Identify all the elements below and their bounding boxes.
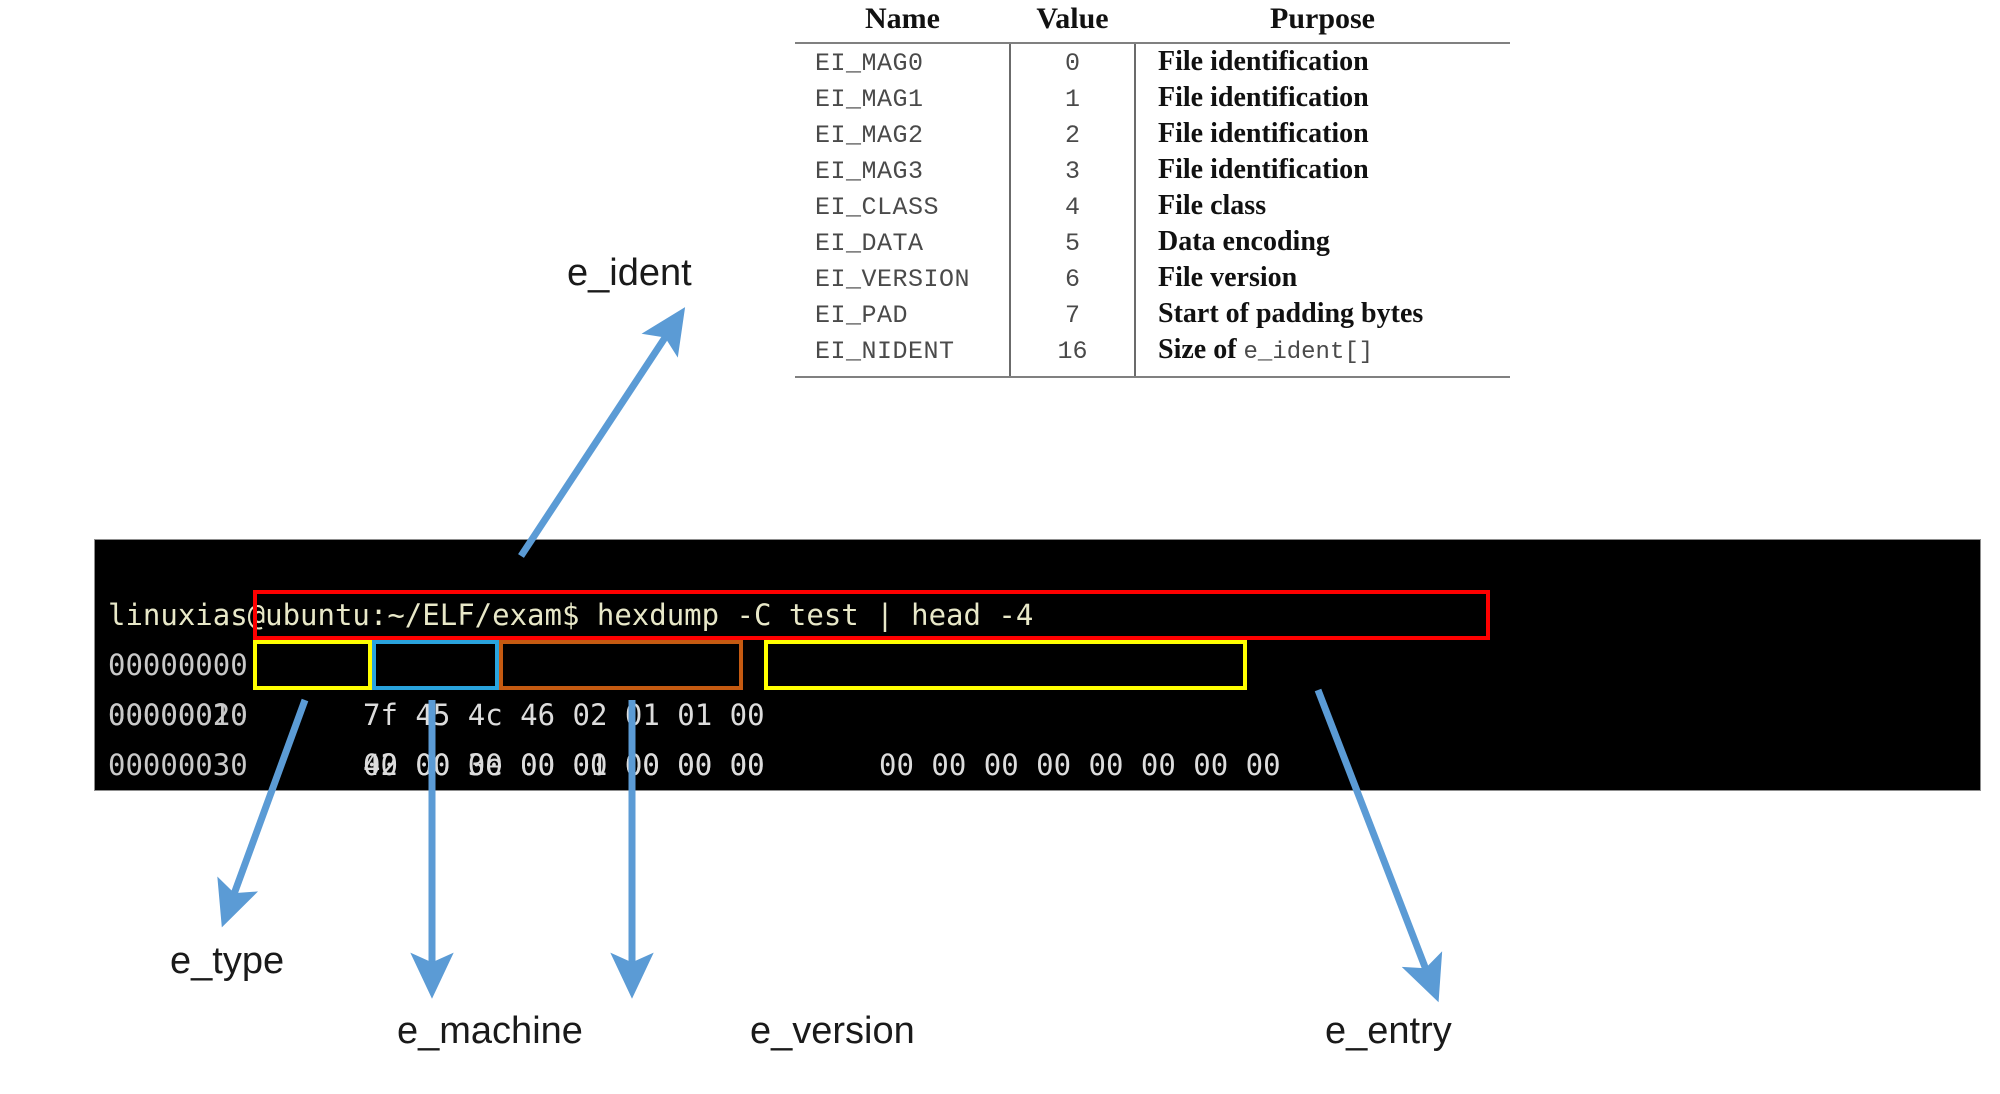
purpose-text: File class: [1158, 190, 1267, 221]
cell-value: 6: [1009, 260, 1136, 296]
purpose-text: File identification: [1158, 154, 1369, 185]
table-row: EI_MAG3 3 File identification: [795, 152, 1510, 188]
cell-value: 0: [1009, 43, 1136, 80]
label-e-version: e_version: [750, 1010, 915, 1052]
purpose-text: File identification: [1158, 46, 1369, 77]
column-header-value: Value: [1010, 0, 1135, 44]
label-e-machine: e_machine: [397, 1010, 583, 1052]
cell-name: EI_MAG2: [815, 121, 924, 150]
cell-purpose: Size of e_ident[]: [1135, 332, 1510, 376]
table-row: EI_MAG0 0 File identification: [795, 43, 1510, 80]
purpose-text: File version: [1158, 262, 1298, 293]
cell-value: 3: [1009, 152, 1136, 188]
cell-value: 4: [1009, 188, 1136, 224]
hexdump-row: 00000000 7f 45 4c 46 02 01 01 00 00 00 0…: [95, 590, 1980, 782]
table-row: EI_MAG2 2 File identification: [795, 116, 1510, 152]
ident-table-head: Name Value Purpose: [795, 0, 1510, 44]
cell-name: EI_PAD: [815, 301, 909, 330]
label-e-ident: e_ident: [567, 252, 692, 294]
cell-value: 1: [1009, 80, 1136, 116]
table-row: EI_MAG1 1 File identification: [795, 80, 1510, 116]
hex-offset: 00000030: [108, 748, 248, 782]
ident-table-body: EI_MAG0 0 File identification EI_MAG1 1 …: [795, 43, 1510, 376]
cell-purpose: Data encoding: [1135, 224, 1510, 260]
column-header-purpose: Purpose: [1135, 0, 1510, 44]
cell-name: EI_VERSION: [815, 265, 971, 294]
elf-ident-table: Name Value Purpose EI_MAG0 0 File identi…: [795, 0, 1510, 378]
ident-table-element: Name Value Purpose EI_MAG0 0 File identi…: [795, 0, 1510, 376]
cell-purpose: File identification: [1135, 116, 1510, 152]
cell-value: 5: [1009, 224, 1136, 260]
cell-value: 16: [1009, 332, 1136, 376]
arrow-e-ident: [518, 307, 686, 558]
label-e-entry: e_entry: [1325, 1010, 1452, 1052]
table-row: EI_CLASS 4 File class: [795, 188, 1510, 224]
cell-name: EI_DATA: [815, 229, 924, 258]
column-header-name: Name: [795, 0, 1010, 44]
hex-bytes-right: 00 00 00 00 00 00 00 00: [879, 748, 1281, 782]
cell-purpose: File identification: [1135, 80, 1510, 116]
table-bottom-rule: [795, 376, 1510, 378]
hexdump-row: 00000020 40 00 00 00 00 00 00 00 a0 11 0…: [95, 640, 1980, 782]
terminal-prompt-line: linuxias@ubuntu:~/ELF/exam$ hexdump -C t…: [95, 540, 1980, 632]
cell-purpose: File class: [1135, 188, 1510, 224]
purpose-mono: e_ident[]: [1243, 339, 1374, 366]
cell-name: EI_MAG0: [815, 49, 924, 78]
cell-value: 2: [1009, 116, 1136, 152]
cell-purpose: File version: [1135, 260, 1510, 296]
cell-name: EI_NIDENT: [815, 337, 955, 366]
terminal-window[interactable]: linuxias@ubuntu:~/ELF/exam$ hexdump -C t…: [95, 540, 1980, 790]
table-row: EI_VERSION 6 File version: [795, 260, 1510, 296]
table-row: EI_DATA 5 Data encoding: [795, 224, 1510, 260]
label-e-type: e_type: [170, 940, 285, 982]
cell-value: 7: [1009, 296, 1136, 332]
cell-purpose: File identification: [1135, 152, 1510, 188]
purpose-text: Data encoding: [1158, 226, 1330, 257]
table-row: EI_NIDENT 16 Size of e_ident[]: [795, 332, 1510, 376]
cell-name: EI_MAG1: [815, 85, 924, 114]
cell-purpose: File identification: [1135, 43, 1510, 80]
purpose-text: Start of padding bytes: [1158, 298, 1424, 329]
ident-table-header-row: Name Value Purpose: [795, 0, 1510, 44]
purpose-text: Size of: [1158, 334, 1244, 365]
hex-bytes-left: 40 00 00 00 00 00 00 00: [363, 748, 765, 782]
cell-name: EI_MAG3: [815, 157, 924, 186]
cell-purpose: Start of padding bytes: [1135, 296, 1510, 332]
purpose-text: File identification: [1158, 118, 1369, 149]
hexdump-row: 00000030 00 00 00 00 40 00 38 00 09 00 4…: [95, 690, 1980, 782]
table-row: EI_PAD 7 Start of padding bytes: [795, 296, 1510, 332]
purpose-text: File identification: [1158, 82, 1369, 113]
cell-name: EI_CLASS: [815, 193, 940, 222]
